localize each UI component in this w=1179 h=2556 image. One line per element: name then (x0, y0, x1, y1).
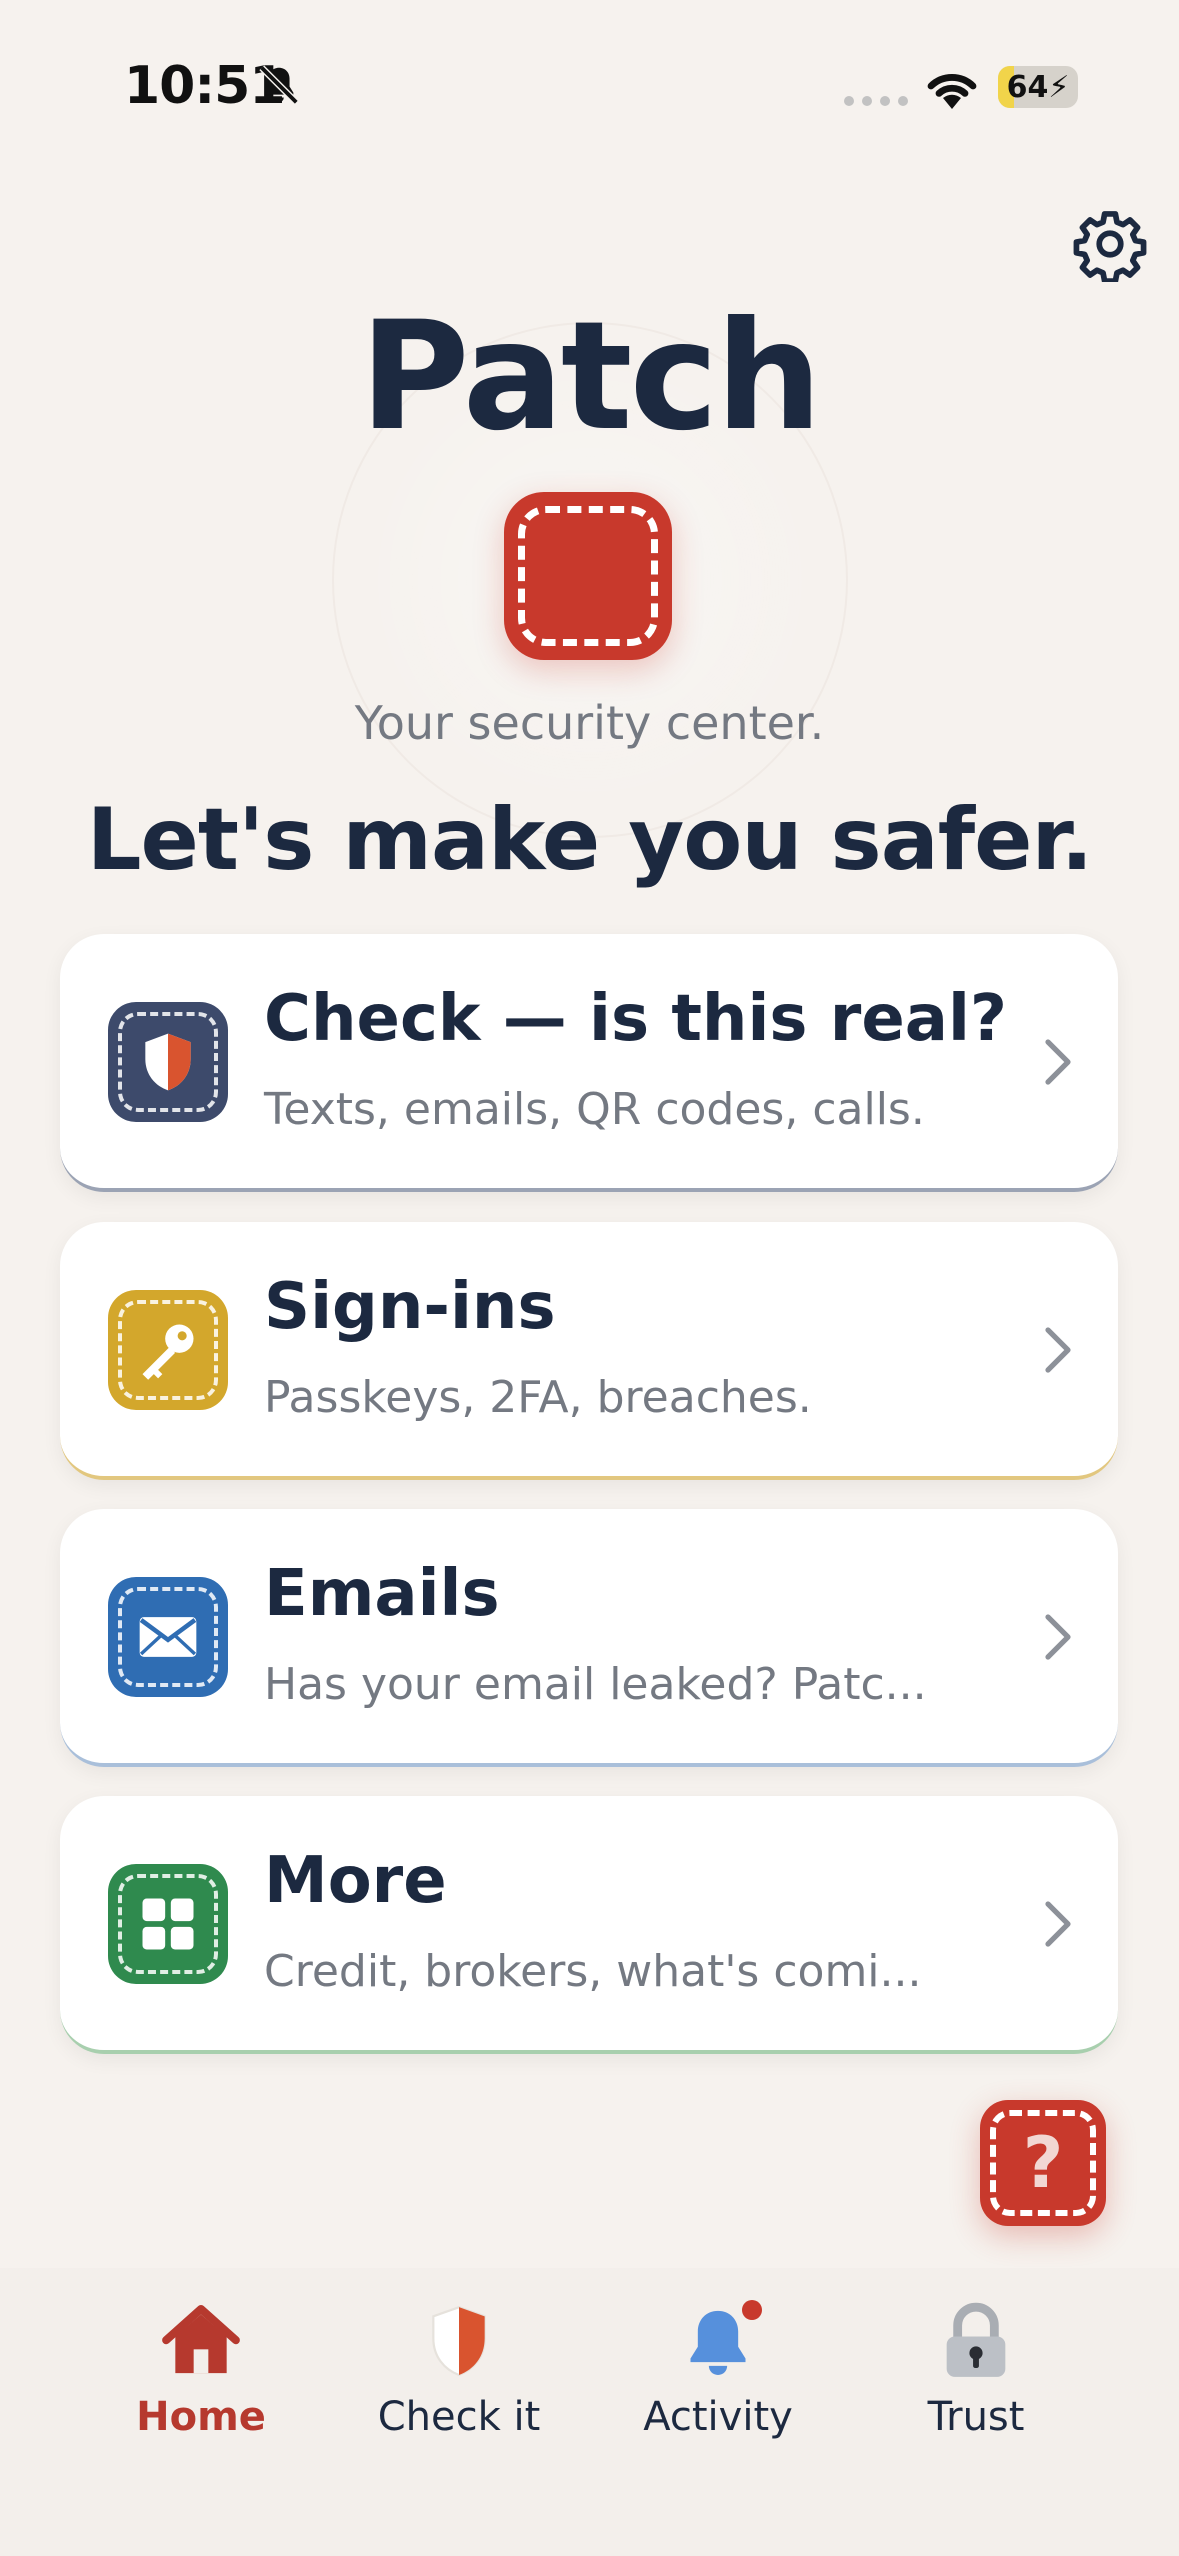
tab-label: Home (136, 2394, 266, 2440)
tab-label: Check it (377, 2394, 541, 2440)
card-description: Credit, brokers, what's comi... (264, 1946, 922, 1997)
help-button[interactable]: ? (980, 2100, 1106, 2226)
emails-card[interactable]: Emails Has your email leaked? Patc... (60, 1509, 1118, 1767)
card-description: Has your email leaked? Patc... (264, 1659, 927, 1710)
card-icon-tile (108, 1290, 228, 1410)
check-card[interactable]: Check — is this real? Texts, emails, QR … (60, 934, 1118, 1192)
tab-home[interactable]: Home (91, 2298, 311, 2448)
shield-icon (432, 2305, 486, 2377)
card-title: Check — is this real? (264, 982, 1007, 1056)
notification-badge (742, 2300, 762, 2320)
headline: Let's make you safer. (86, 790, 1094, 890)
tab-trust[interactable]: Trust (866, 2298, 1086, 2448)
wifi-icon (927, 74, 977, 109)
home-screen: 10:51 64⚡︎ Patch Your security center. L… (0, 0, 1179, 2556)
cellular-signal-icon (844, 96, 908, 106)
card-description: Passkeys, 2FA, breaches. (264, 1372, 812, 1423)
tab-activity[interactable]: Activity (608, 2298, 828, 2448)
envelope-icon (139, 1617, 197, 1657)
card-title: Sign-ins (264, 1270, 556, 1344)
more-card[interactable]: More Credit, brokers, what's comi... (60, 1796, 1118, 2054)
question-mark-icon: ? (1022, 2122, 1064, 2204)
home-icon (162, 2304, 240, 2374)
chevron-right-icon (1045, 1327, 1071, 1373)
card-description: Texts, emails, QR codes, calls. (264, 1084, 925, 1135)
app-subtitle: Your security center. (354, 696, 825, 750)
chevron-right-icon (1045, 1614, 1071, 1660)
card-icon-tile (108, 1864, 228, 1984)
tab-label: Activity (643, 2394, 793, 2440)
sign-ins-card[interactable]: Sign-ins Passkeys, 2FA, breaches. (60, 1222, 1118, 1480)
card-icon-tile (108, 1577, 228, 1697)
card-icon-tile (108, 1002, 228, 1122)
tab-bar: Home Check it Activity Trust (0, 2268, 1179, 2556)
card-title: More (264, 1844, 447, 1918)
battery-percentage: 64⚡︎ (1006, 70, 1070, 105)
tab-label: Trust (927, 2394, 1025, 2440)
chevron-right-icon (1045, 1901, 1071, 1947)
settings-gear-icon[interactable] (1072, 206, 1148, 282)
bell-off-icon (259, 65, 299, 105)
chevron-right-icon (1045, 1039, 1071, 1085)
shield-icon (145, 1033, 191, 1091)
key-icon (142, 1324, 194, 1380)
card-title: Emails (264, 1557, 500, 1631)
grid-icon (142, 1898, 194, 1950)
battery-indicator: 64⚡︎ (998, 66, 1078, 108)
app-title: Patch (359, 290, 823, 464)
lock-icon (946, 2302, 1006, 2377)
tab-check-it[interactable]: Check it (349, 2298, 569, 2448)
patch-logo (504, 492, 672, 660)
